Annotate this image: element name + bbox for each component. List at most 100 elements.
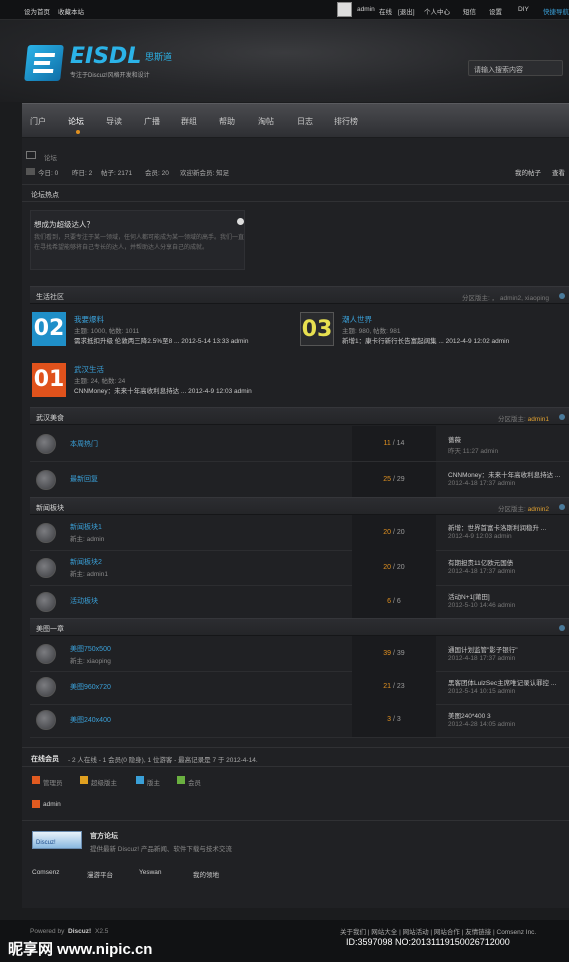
stat-yesterday: 昨日: 2 <box>72 170 93 177</box>
table-row[interactable]: 美图240x400 3 / 3 美图240*400 3 2012-4-28 14… <box>30 702 569 738</box>
logo-text[interactable]: EISDL <box>70 44 141 69</box>
bookmark-link[interactable]: 收藏本站 <box>58 6 84 16</box>
last-post-title[interactable]: CNNMoney：未来十年高收利息持达 ... <box>448 469 568 479</box>
forum-count: 21 / 23 <box>352 669 436 704</box>
tagline: 专注于Discuz!风格开发和设计 <box>70 73 150 79</box>
user-icon <box>32 800 40 808</box>
forum-name[interactable]: 最新回复 <box>70 474 98 484</box>
collapse-icon[interactable] <box>559 504 565 510</box>
forum-last-post[interactable]: CNNMoney：未来十年高收利息持达 ... 2012-4-9 12:03 a… <box>74 385 252 395</box>
link-manyou[interactable]: 漫游平台 <box>87 869 113 879</box>
section-life: 生活社区 分区版主: ， admin2, xiaoping <box>30 286 569 304</box>
last-post-title[interactable]: 黑客团体LulzSec主席唯记录认罪控 ... <box>448 677 568 687</box>
forum-icon-02[interactable]: 02 <box>32 312 66 346</box>
mod-legend-icon <box>136 776 144 784</box>
settings-menu[interactable]: 设置 <box>489 6 502 16</box>
last-post-title[interactable]: 通国计划监管"影子银行" <box>448 644 568 654</box>
diy-button[interactable]: DIY <box>518 6 529 13</box>
nav-help[interactable]: 帮助 <box>219 116 235 127</box>
collapse-icon[interactable] <box>559 414 565 420</box>
table-row[interactable]: 本周热门 11 / 14 蔷薇 昨天 11:27 admin <box>30 426 569 462</box>
divider <box>22 820 569 821</box>
nav-ranking[interactable]: 排行榜 <box>334 116 358 127</box>
forum-last-post[interactable]: 新增1：康卡行新行长告富起阔集 ... 2012-4-9 12:02 admin <box>342 335 509 345</box>
forum-status-icon <box>36 644 56 664</box>
table-row[interactable]: 新闻板块2 新主: admin1 20 / 20 有期担责11亿欧元国债 201… <box>30 550 569 586</box>
hot-box[interactable]: 想成为超级达人？ 我们看到，只要专注于某一领域，任何人都可能成为某一领域的高手。… <box>30 210 245 270</box>
forum-name[interactable]: 美图240x400 <box>70 715 111 725</box>
table-row[interactable]: 活动板块 6 / 6 活动N+1[莆田] 2012-5-10 14:46 adm… <box>30 584 569 620</box>
home-icon[interactable] <box>26 151 36 159</box>
breadcrumb[interactable]: 论坛 <box>44 152 57 162</box>
quick-nav-menu[interactable]: 快捷导航 <box>543 6 569 16</box>
view-link[interactable]: 查看 <box>552 167 565 177</box>
last-post-title[interactable]: 美图240*400 3 <box>448 710 568 720</box>
discuz-link[interactable]: Discuz! <box>68 928 91 935</box>
last-post-title[interactable]: 新增：世界首富卡洛斯利润稳升 ... <box>448 522 568 532</box>
forum-name[interactable]: 活动板块 <box>70 596 98 606</box>
forum-count: 39 / 39 <box>352 636 436 671</box>
forum-name[interactable]: 美图750x500 <box>70 644 111 654</box>
official-forum-link[interactable]: 官方论坛 <box>90 831 118 841</box>
forum-name[interactable]: 新闻板块1 <box>70 522 102 532</box>
avatar[interactable] <box>337 2 352 17</box>
footer: Powered by Discuz! X2.5 关于我们 | 网站大全 | 网站… <box>0 920 569 962</box>
nav-taotie[interactable]: 淘帖 <box>258 116 274 127</box>
set-home-link[interactable]: 设为首页 <box>24 6 50 16</box>
stat-welcome[interactable]: 欢迎新会员: 知足 <box>180 167 229 177</box>
collapse-icon[interactable] <box>559 293 565 299</box>
nav-groups[interactable]: 群组 <box>181 116 197 127</box>
logout-link[interactable]: [退出] <box>398 6 415 16</box>
username-link[interactable]: admin <box>357 6 375 13</box>
collapse-icon[interactable] <box>559 625 565 631</box>
personal-center-menu[interactable]: 个人中心 <box>424 6 450 16</box>
forum-icon-03[interactable]: 03 <box>300 312 334 346</box>
online-title[interactable]: 在线会员 <box>31 754 59 764</box>
table-row[interactable]: 美图960x720 21 / 23 黑客团体LulzSec主席唯记录认罪控 ..… <box>30 669 569 705</box>
forum-status-icon <box>36 558 56 578</box>
search-input[interactable]: 请输入搜索内容 <box>468 60 563 76</box>
forum-name[interactable]: 本周热门 <box>70 439 98 449</box>
footer-links[interactable]: 关于我们 | 网站大全 | 网站活动 | 网站合作 | 友情链接 | Comse… <box>340 926 536 936</box>
forum-status-icon <box>36 470 56 490</box>
online-status[interactable]: 在线 <box>379 6 392 16</box>
link-mydomain[interactable]: 我的领地 <box>193 869 219 879</box>
link-yeswan[interactable]: Yeswan <box>139 869 162 876</box>
stat-posts: 帖子: 2171 <box>101 170 133 177</box>
nav-blog[interactable]: 日志 <box>297 116 313 127</box>
my-posts-link[interactable]: 我的帖子 <box>515 167 541 177</box>
nav-broadcast[interactable]: 广播 <box>144 116 160 127</box>
nav-forum[interactable]: 论坛 <box>68 116 84 127</box>
official-forum-desc: 提供最新 Discuz! 产品新闻、软件下载与技术交流 <box>90 846 232 853</box>
forum-name-baoliao[interactable]: 我要爆料 <box>74 314 104 325</box>
online-header: 在线会员 - 2 人在线 - 1 会员(0 隐身), 1 位游客 - 最高记录是… <box>22 747 569 767</box>
discuz-logo[interactable]: Discuz! <box>32 831 82 849</box>
forum-name[interactable]: 新闻板块2 <box>70 557 102 567</box>
forum-status-icon <box>36 434 56 454</box>
last-post-title[interactable]: 有期担责11亿欧元国债 <box>448 557 568 567</box>
table-row[interactable]: 新闻板块1 新主: admin 20 / 20 新增：世界首富卡洛斯利润稳升 .… <box>30 515 569 551</box>
legend-supermod: 超级版主 <box>91 780 117 787</box>
last-post-title[interactable]: 蔷薇 <box>448 434 568 444</box>
forum-last-post[interactable]: 需求抵扣升级 伦敦两三降2.5%至8 ... 2012-5-14 13:33 a… <box>74 335 248 345</box>
watermark-id: ID:3597098 NO:20131119150026712000 <box>346 937 510 947</box>
logo-cn: 思斯道 <box>145 52 173 62</box>
last-post-title[interactable]: 活动N+1[莆田] <box>448 591 568 601</box>
hot-bullet-icon <box>237 218 244 225</box>
table-row[interactable]: 最新回复 25 / 29 CNNMoney：未来十年高收利息持达 ... 201… <box>30 462 569 498</box>
online-user[interactable]: admin <box>43 801 61 808</box>
nav-guide[interactable]: 导读 <box>106 116 122 127</box>
sms-menu[interactable]: 短信 <box>463 6 476 16</box>
link-comsenz[interactable]: Comsenz <box>32 869 59 876</box>
logo-icon[interactable] <box>24 45 64 81</box>
table-row[interactable]: 美图750x500 新主: xiaoping 39 / 39 通国计划监管"影子… <box>30 636 569 672</box>
forum-name-chaoren[interactable]: 潮人世界 <box>342 314 372 325</box>
forum-icon-01[interactable]: 01 <box>32 363 66 397</box>
hot-question-title[interactable]: 想成为超级达人？ <box>34 219 94 230</box>
forum-name[interactable]: 美图960x720 <box>70 682 111 692</box>
nav-portal[interactable]: 门户 <box>30 116 46 127</box>
main-nav: 门户 论坛 导读 广播 群组 帮助 淘帖 日志 排行榜 <box>22 103 569 137</box>
last-post-date: 2012-5-10 14:46 admin <box>448 602 516 609</box>
forum-name-wuhan[interactable]: 武汉生活 <box>74 364 104 375</box>
legend-mod: 版主 <box>147 780 160 787</box>
